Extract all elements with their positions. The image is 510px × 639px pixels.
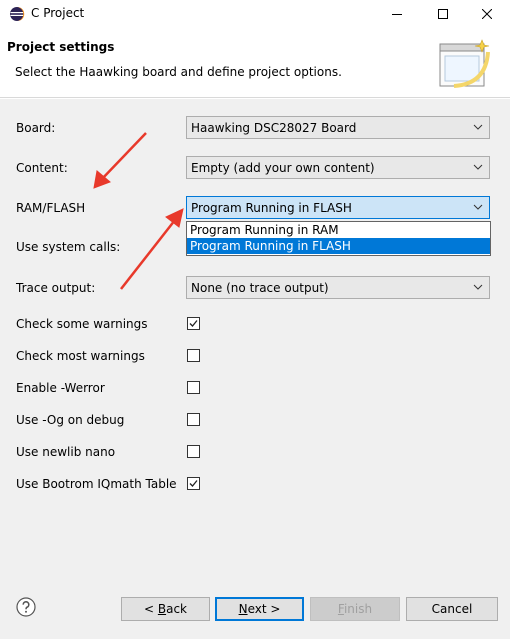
trace-output-label: Trace output: (16, 281, 96, 295)
trace-output-select[interactable]: None (no trace output) (186, 276, 490, 299)
maximize-icon (438, 9, 448, 19)
next-label: ext > (247, 602, 281, 616)
content-label: Content: (16, 161, 68, 175)
finish-button[interactable]: Finish (310, 597, 400, 621)
dropdown-option-ram[interactable]: Program Running in RAM (187, 222, 490, 238)
eclipse-app-icon (10, 7, 25, 21)
back-prefix: < (143, 602, 158, 616)
chevron-down-icon (473, 124, 483, 130)
checkmark-icon (189, 320, 198, 327)
maximize-button[interactable] (420, 0, 466, 28)
checkbox-label: Check most warnings (16, 349, 145, 363)
content-value: Empty (add your own content) (191, 161, 375, 175)
cancel-button[interactable]: Cancel (406, 597, 498, 621)
page-title: Project settings (7, 40, 115, 54)
button-bar: < Back Next > Finish Cancel (0, 579, 510, 639)
checkbox-label: Use -Og on debug (16, 413, 125, 427)
use-bootrom-iqmath-checkbox[interactable] (187, 477, 200, 490)
back-mnemonic: B (157, 602, 167, 616)
use-og-on-debug-checkbox[interactable] (187, 413, 200, 426)
checkbox-label: Use newlib nano (16, 445, 116, 459)
use-newlib-nano-checkbox[interactable] (187, 445, 200, 458)
ram-flash-label: RAM/FLASH (16, 201, 86, 215)
wizard-banner-icon (439, 39, 490, 88)
ram-flash-select[interactable]: Program Running in FLASH (186, 196, 490, 219)
close-icon (482, 9, 492, 19)
chevron-down-icon (473, 204, 483, 210)
title-bar: C Project (0, 0, 510, 28)
ram-flash-value: Program Running in FLASH (191, 201, 352, 215)
page-description: Select the Haawking board and define pro… (15, 65, 342, 79)
minimize-icon (392, 14, 402, 15)
next-mnemonic: N (238, 602, 248, 616)
settings-panel: Board: Haawking DSC28027 Board Content: … (0, 99, 510, 579)
check-most-warnings-checkbox[interactable] (187, 349, 200, 362)
finish-label: inish (343, 602, 373, 616)
back-button[interactable]: < Back (121, 597, 210, 621)
ram-flash-dropdown-list: Program Running in RAM Program Running i… (186, 221, 491, 256)
help-icon[interactable] (16, 597, 36, 617)
board-label: Board: (16, 121, 56, 135)
board-value: Haawking DSC28027 Board (191, 121, 357, 135)
checkbox-label: Use Bootrom IQmath Table (16, 477, 177, 491)
system-calls-label: Use system calls: (16, 240, 121, 254)
enable-werror-checkbox[interactable] (187, 381, 200, 394)
board-select[interactable]: Haawking DSC28027 Board (186, 116, 490, 139)
window-title: C Project (31, 6, 85, 20)
chevron-down-icon (473, 284, 483, 290)
checkbox-label: Enable -Werror (16, 381, 105, 395)
chevron-down-icon (473, 164, 483, 170)
close-button[interactable] (464, 0, 510, 28)
back-label: ack (166, 602, 187, 616)
dropdown-option-flash[interactable]: Program Running in FLASH (187, 238, 490, 254)
trace-output-value: None (no trace output) (191, 281, 329, 295)
wizard-banner: Project settings Select the Haawking boa… (0, 28, 510, 98)
minimize-button[interactable] (374, 0, 420, 28)
checkmark-icon (189, 480, 198, 487)
content-select[interactable]: Empty (add your own content) (186, 156, 490, 179)
next-button[interactable]: Next > (215, 597, 304, 621)
check-some-warnings-checkbox[interactable] (187, 317, 200, 330)
checkbox-label: Check some warnings (16, 317, 148, 331)
